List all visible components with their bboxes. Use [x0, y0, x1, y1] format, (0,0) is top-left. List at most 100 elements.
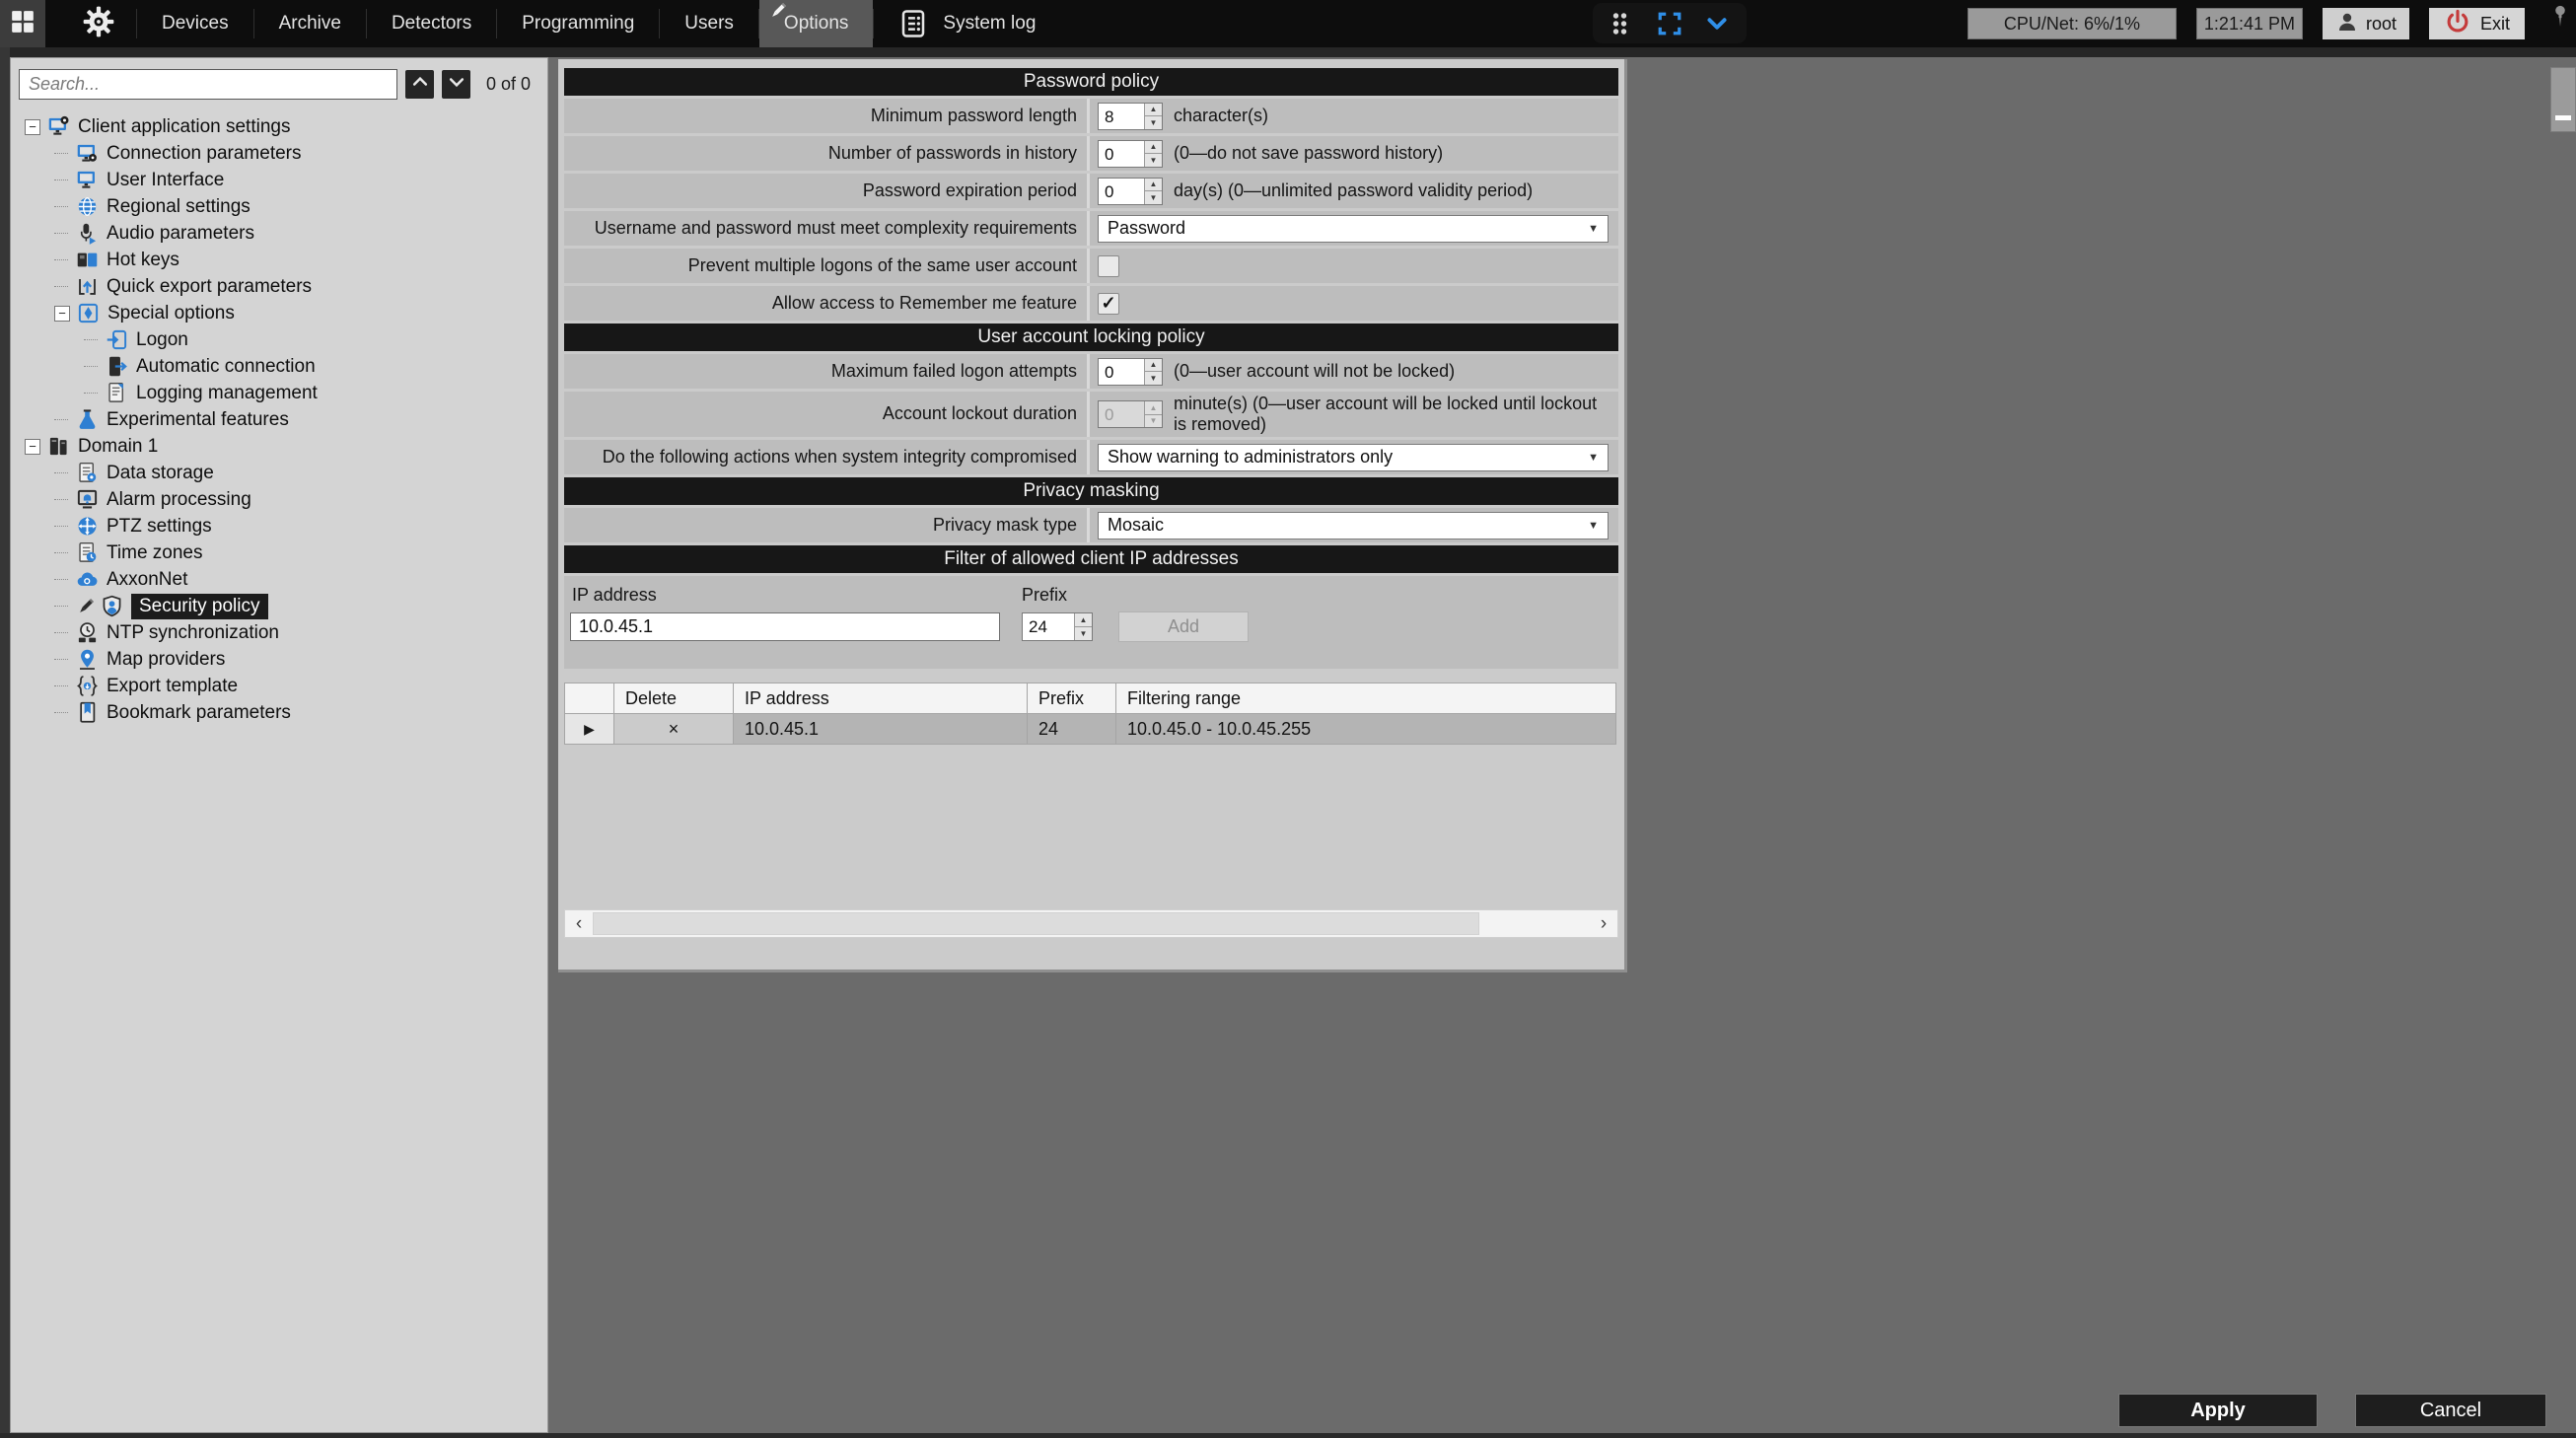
- allow-access-to-remember-me-feature-checkbox[interactable]: ✓: [1098, 293, 1119, 315]
- edit-pencil-icon: [767, 0, 789, 28]
- scrollbar-thumb[interactable]: [593, 912, 1479, 935]
- tree-expander-icon[interactable]: −: [54, 306, 70, 322]
- tree-item-data-storage[interactable]: Data storage: [19, 460, 539, 486]
- tree-item-audio-parameters[interactable]: Audio parameters: [19, 220, 539, 247]
- number-of-passwords-in-history-stepper[interactable]: 0 ▲▼: [1098, 140, 1163, 168]
- minimize-handle[interactable]: [2550, 67, 2576, 132]
- scroll-right-arrow[interactable]: ›: [1590, 910, 1617, 937]
- power-icon: [2444, 8, 2471, 40]
- tree-item-alarm-processing[interactable]: Alarm processing: [19, 486, 539, 513]
- apply-button[interactable]: Apply: [2118, 1394, 2318, 1427]
- ip-address-input[interactable]: [570, 612, 1000, 641]
- account-lockout-duration-stepper: 0 ▲▼: [1098, 400, 1163, 428]
- menu-item-system-log[interactable]: System log: [874, 0, 1060, 47]
- setting-control-area: [1087, 249, 1618, 283]
- username-and-password-must-meet-complexity-requirements-select[interactable]: Password ▼: [1098, 215, 1609, 243]
- setting-label: Prevent multiple logons of the same user…: [564, 249, 1087, 283]
- stepper-down-icon[interactable]: ▼: [1145, 372, 1162, 385]
- user-button[interactable]: root: [2323, 8, 2409, 39]
- tree-item-bookmark-parameters[interactable]: Bookmark parameters: [19, 699, 539, 726]
- tree-guide-line: [84, 393, 98, 394]
- tree-item-logon[interactable]: Logon: [19, 326, 539, 353]
- tree-item-label: Bookmark parameters: [107, 702, 291, 724]
- stepper-down-icon[interactable]: ▼: [1145, 154, 1162, 167]
- privacy-mask-type-select[interactable]: Mosaic ▼: [1098, 512, 1609, 539]
- password-expiration-period-stepper[interactable]: 0 ▲▼: [1098, 178, 1163, 205]
- setting-row-prevent-multiple-logons-of-the-same-user-account: Prevent multiple logons of the same user…: [564, 249, 1618, 283]
- stepper-down-icon[interactable]: ▼: [1145, 415, 1162, 428]
- tree-item-regional-settings[interactable]: Regional settings: [19, 193, 539, 220]
- menu-item-users[interactable]: Users: [660, 0, 758, 47]
- tree-item-logging-management[interactable]: Logging management: [19, 380, 539, 406]
- menu-item-programming[interactable]: Programming: [497, 0, 659, 47]
- menu-item-detectors[interactable]: Detectors: [367, 0, 496, 47]
- tree-expander-icon[interactable]: −: [25, 439, 40, 455]
- search-prev-button[interactable]: [405, 70, 434, 99]
- maximum-failed-logon-attempts-stepper[interactable]: 0 ▲▼: [1098, 358, 1163, 386]
- delete-cell[interactable]: ×: [614, 714, 734, 745]
- exit-button[interactable]: Exit: [2429, 8, 2525, 39]
- tree-item-hot-keys[interactable]: Hot keys: [19, 247, 539, 273]
- apps-grid-button[interactable]: [0, 0, 45, 47]
- tree-guide-line: [54, 233, 68, 234]
- prefix-up-icon[interactable]: ▲: [1075, 613, 1092, 627]
- tree-item-map-providers[interactable]: Map providers: [19, 646, 539, 673]
- stepper-up-icon[interactable]: ▲: [1145, 401, 1162, 415]
- settings-gear-button[interactable]: [83, 6, 114, 42]
- tree-item-security-policy[interactable]: Security policy: [19, 593, 539, 619]
- menu-item-archive[interactable]: Archive: [254, 0, 366, 47]
- tree-guide-line: [84, 339, 98, 340]
- tree-item-domain-1[interactable]: −Domain 1: [19, 433, 539, 460]
- menu-item-devices[interactable]: Devices: [137, 0, 253, 47]
- tree-item-axxonnet[interactable]: AxxonNet: [19, 566, 539, 593]
- prevent-multiple-logons-of-the-same-user-account-checkbox[interactable]: [1098, 255, 1119, 277]
- select-value: Password: [1108, 218, 1185, 239]
- stepper-value: 0: [1099, 141, 1144, 167]
- table-row[interactable]: ▶ × 10.0.45.1 24 10.0.45.0 - 10.0.45.255: [565, 714, 1616, 745]
- tree-item-ntp-synchronization[interactable]: NTP synchronization: [19, 619, 539, 646]
- tree-item-label: PTZ settings: [107, 516, 212, 538]
- ip-address-label: IP address: [572, 585, 657, 606]
- tree-item-ptz-settings[interactable]: PTZ settings: [19, 513, 539, 539]
- setting-label: Password expiration period: [564, 174, 1087, 208]
- stepper-up-icon[interactable]: ▲: [1145, 141, 1162, 155]
- stepper-down-icon[interactable]: ▼: [1145, 116, 1162, 129]
- tree-item-label: User Interface: [107, 170, 224, 191]
- tree-item-quick-export-parameters[interactable]: Quick export parameters: [19, 273, 539, 300]
- tree-item-connection-parameters[interactable]: Connection parameters: [19, 140, 539, 167]
- tree-item-time-zones[interactable]: Time zones: [19, 539, 539, 566]
- chevron-down-icon[interactable]: [1704, 11, 1730, 36]
- stepper-up-icon[interactable]: ▲: [1145, 359, 1162, 373]
- search-next-button[interactable]: [442, 70, 470, 99]
- settings-tree-sidebar: 0 of 0 −Client application settingsConne…: [10, 57, 548, 1433]
- setting-label: Do the following actions when system int…: [564, 440, 1087, 474]
- menu-item-options[interactable]: Options: [759, 0, 873, 47]
- prefix-stepper[interactable]: 24 ▲▼: [1022, 612, 1093, 641]
- pin-icon[interactable]: [2547, 3, 2573, 29]
- select-value: Show warning to administrators only: [1108, 447, 1393, 467]
- do-the-following-actions-when-system-integrity-compromised-select[interactable]: Show warning to administrators only ▼: [1098, 444, 1609, 471]
- stepper-up-icon[interactable]: ▲: [1145, 179, 1162, 192]
- horizontal-scrollbar[interactable]: ‹ ›: [564, 909, 1618, 938]
- minimum-password-length-stepper[interactable]: 8 ▲▼: [1098, 103, 1163, 130]
- tree-item-user-interface[interactable]: User Interface: [19, 167, 539, 193]
- search-input[interactable]: [19, 69, 397, 100]
- tree-item-export-template[interactable]: Export template: [19, 673, 539, 699]
- prefix-down-icon[interactable]: ▼: [1075, 627, 1092, 640]
- cancel-button[interactable]: Cancel: [2355, 1394, 2546, 1427]
- tree-item-label: Automatic connection: [136, 356, 316, 378]
- tree-expander-icon[interactable]: −: [25, 119, 40, 135]
- stepper-down-icon[interactable]: ▼: [1145, 191, 1162, 204]
- setting-label: Number of passwords in history: [564, 136, 1087, 171]
- tree-item-special-options[interactable]: −Special options: [19, 300, 539, 326]
- add-button[interactable]: Add: [1118, 611, 1249, 642]
- tree-item-automatic-connection[interactable]: Automatic connection: [19, 353, 539, 380]
- stepper-up-icon[interactable]: ▲: [1145, 104, 1162, 117]
- dots-grid-icon[interactable]: [1610, 11, 1635, 36]
- row-selector-icon[interactable]: ▶: [565, 714, 614, 745]
- tree-item-client-application-settings[interactable]: −Client application settings: [19, 113, 539, 140]
- scroll-left-arrow[interactable]: ‹: [565, 910, 593, 937]
- prefix-value: 24: [1023, 613, 1074, 640]
- fullscreen-icon[interactable]: [1657, 11, 1682, 36]
- tree-item-experimental-features[interactable]: Experimental features: [19, 406, 539, 433]
